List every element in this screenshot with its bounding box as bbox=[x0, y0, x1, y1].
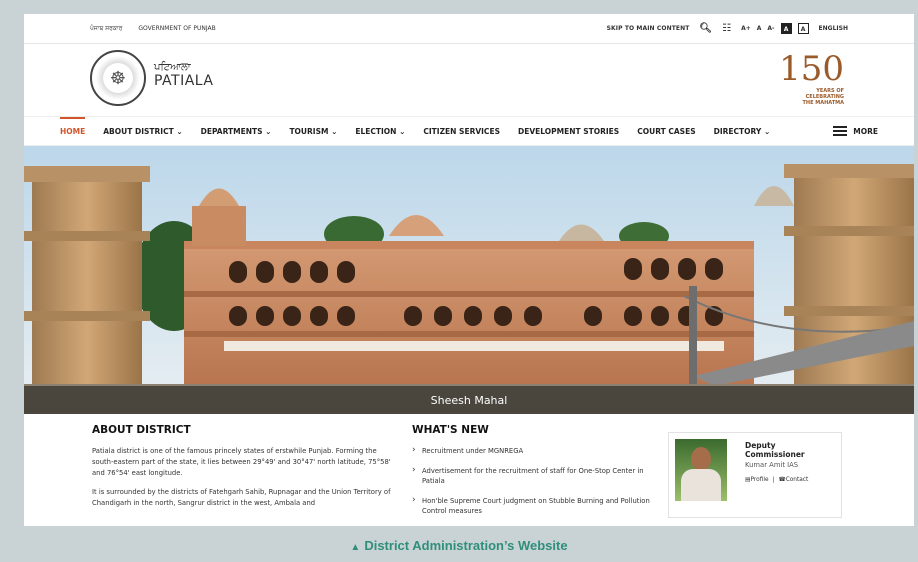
hero-caption: Sheesh Mahal bbox=[24, 386, 914, 414]
mahatma-number: 150 bbox=[779, 49, 844, 89]
nav-court-cases[interactable]: COURT CASES bbox=[637, 127, 695, 136]
dc-name: Kumar Amit IAS bbox=[745, 461, 799, 469]
home-content: ABOUT DISTRICT Patiala district is one o… bbox=[24, 414, 914, 526]
chevron-down-icon: ⌄ bbox=[265, 126, 272, 136]
nav-about-district-label: ABOUT DISTRICT bbox=[103, 126, 174, 136]
search-icon[interactable]: 🔍︎ bbox=[699, 23, 712, 34]
dc-role-line-2: Commissioner bbox=[745, 450, 805, 459]
site-name-punjabi: ਪਟਿਆਲਾ bbox=[154, 62, 191, 73]
font-size-controls: A+ A A- A A bbox=[741, 23, 809, 34]
about-paragraph-2: It is surrounded by the districts of Fat… bbox=[92, 488, 391, 507]
figure-caption-text: District Administration’s Website bbox=[364, 538, 568, 553]
mahatma-text-3: THE MAHATMA bbox=[802, 100, 844, 106]
language-selector[interactable]: ENGLISH bbox=[819, 25, 848, 32]
hero-banner[interactable]: Sheesh Mahal bbox=[24, 146, 914, 414]
chevron-down-icon: ⌄ bbox=[176, 126, 183, 136]
deputy-commissioner-card: Deputy Commissioner Kumar Amit IAS ▤Prof… bbox=[668, 432, 842, 518]
dc-links: ▤Profile | ☎Contact bbox=[745, 477, 808, 483]
chevron-down-icon: ⌄ bbox=[399, 126, 406, 136]
deputy-commissioner-info: Deputy Commissioner Kumar Amit IAS ▤Prof… bbox=[745, 441, 808, 483]
profile-label: Profile bbox=[750, 477, 769, 483]
nav-directory-label: DIRECTORY bbox=[713, 126, 762, 136]
nav-home[interactable]: HOME bbox=[60, 116, 86, 136]
whats-new-section: WHAT'S NEW Recruitment under MGNREGA Adv… bbox=[412, 424, 652, 526]
triangle-up-icon: ▲ bbox=[350, 542, 361, 553]
link-divider: | bbox=[772, 477, 775, 483]
news-list: Recruitment under MGNREGA Advertisement … bbox=[412, 445, 652, 516]
news-item[interactable]: Hon'ble Supreme Court judgment on Stubbl… bbox=[412, 495, 652, 516]
phone-icon: ☎ bbox=[778, 477, 786, 483]
site-header: ☸ ਪਟਿਆਲਾ PATIALA 150 YEARS OF CELEBRATIN… bbox=[24, 44, 914, 116]
nav-election[interactable]: ELECTION ⌄ bbox=[355, 127, 405, 136]
site-name-english: PATIALA bbox=[154, 73, 214, 89]
font-decrease-button[interactable]: A- bbox=[767, 25, 774, 32]
profile-link[interactable]: ▤Profile bbox=[745, 477, 769, 483]
nav-more-button[interactable]: MORE bbox=[833, 126, 878, 136]
nav-tourism[interactable]: TOURISM ⌄ bbox=[289, 127, 337, 136]
nav-tourism-label: TOURISM bbox=[289, 126, 329, 136]
deputy-commissioner-photo bbox=[675, 439, 727, 501]
figure-caption: ▲ District Administration’s Website bbox=[0, 538, 918, 553]
about-paragraph-1: Patiala district is one of the famous pr… bbox=[92, 447, 391, 477]
hamburger-icon bbox=[833, 126, 848, 136]
nav-citizen-services[interactable]: CITIZEN SERVICES bbox=[423, 127, 500, 136]
news-item[interactable]: Recruitment under MGNREGA bbox=[412, 445, 652, 456]
nav-departments[interactable]: DEPARTMENTS ⌄ bbox=[201, 127, 272, 136]
nav-election-label: ELECTION bbox=[355, 126, 397, 136]
high-contrast-button[interactable]: A bbox=[780, 23, 792, 34]
nav-about-district[interactable]: ABOUT DISTRICT ⌄ bbox=[103, 127, 182, 136]
browser-page: ਪੰਜਾਬ ਸਰਕਾਰ GOVERNMENT OF PUNJAB SKIP TO… bbox=[24, 14, 914, 526]
whats-new-heading: WHAT'S NEW bbox=[412, 424, 489, 436]
about-district-section: ABOUT DISTRICT Patiala district is one o… bbox=[92, 424, 397, 517]
normal-contrast-button[interactable]: A bbox=[797, 23, 809, 34]
nav-development-stories[interactable]: DEVELOPMENT STORIES bbox=[518, 127, 619, 136]
top-utility-bar: ਪੰਜਾਬ ਸਰਕਾਰ GOVERNMENT OF PUNJAB SKIP TO… bbox=[24, 14, 914, 44]
nav-departments-label: DEPARTMENTS bbox=[200, 126, 263, 136]
punjab-gov-punjabi-link[interactable]: ਪੰਜਾਬ ਸਰਕਾਰ bbox=[90, 25, 122, 33]
nav-more-label: MORE bbox=[853, 126, 878, 136]
main-nav: HOME ABOUT DISTRICT ⌄ DEPARTMENTS ⌄ TOUR… bbox=[24, 116, 914, 146]
chevron-down-icon: ⌄ bbox=[763, 126, 771, 136]
contact-link[interactable]: ☎Contact bbox=[778, 477, 808, 483]
sheesh-mahal-image bbox=[24, 146, 914, 414]
chevron-down-icon: ⌄ bbox=[331, 126, 338, 136]
news-item[interactable]: Advertisement for the recruitment of sta… bbox=[412, 465, 652, 486]
contact-label: Contact bbox=[785, 477, 809, 483]
about-district-heading: ABOUT DISTRICT bbox=[92, 424, 191, 436]
site-name[interactable]: ਪਟਿਆਲਾ PATIALA bbox=[154, 62, 214, 89]
font-increase-button[interactable]: A+ bbox=[741, 25, 751, 32]
government-of-punjab-link[interactable]: GOVERNMENT OF PUNJAB bbox=[138, 25, 215, 33]
state-emblem-logo[interactable]: ☸ bbox=[90, 50, 146, 106]
dc-role-line-1: Deputy bbox=[745, 441, 776, 450]
nav-directory[interactable]: DIRECTORY ⌄ bbox=[714, 127, 771, 136]
skip-to-main-content-link[interactable]: SKIP TO MAIN CONTENT bbox=[607, 25, 690, 32]
font-normal-button[interactable]: A bbox=[757, 25, 762, 32]
sitemap-icon[interactable]: ☷ bbox=[722, 23, 731, 34]
mahatma-150-logo[interactable]: 150 YEARS OF CELEBRATING THE MAHATMA bbox=[764, 50, 844, 108]
